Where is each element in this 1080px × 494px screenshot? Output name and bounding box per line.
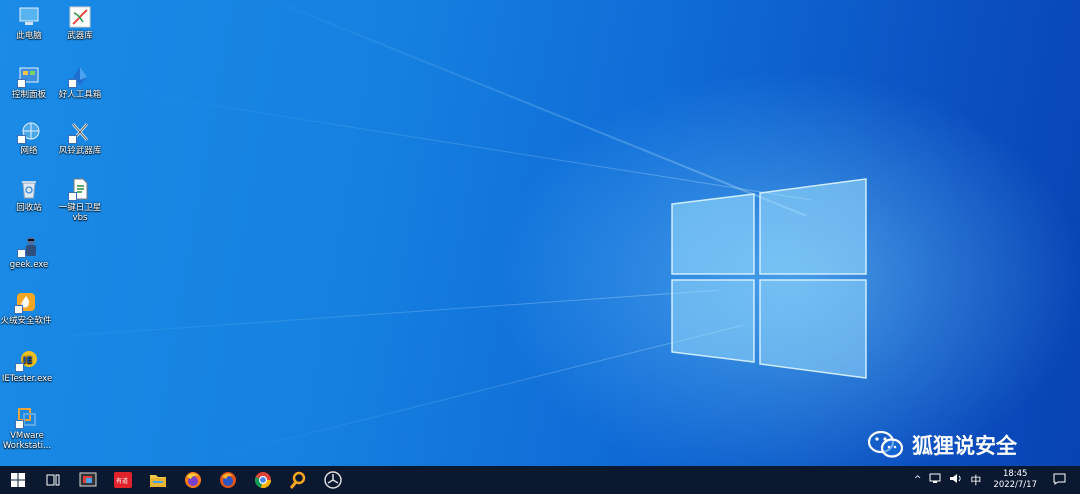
desktop-icon-vmware[interactable]: VMware Workstati... (0, 405, 56, 451)
volume-icon[interactable] (945, 473, 966, 487)
svg-text:有道: 有道 (116, 477, 128, 485)
recycle-bin-icon (17, 177, 41, 201)
fengling-arsenal-icon (68, 120, 92, 144)
toolbox-icon (68, 64, 92, 88)
huorong-security-icon (14, 290, 38, 314)
desktop-icon-vbs[interactable]: 一键日卫星 vbs (51, 177, 109, 223)
notification-center-button[interactable] (1045, 473, 1080, 488)
desktop-icon-control-panel[interactable]: 控制面板 (0, 64, 58, 100)
system-tray: ^ 中 18:45 2022/7/17 (910, 466, 1080, 494)
watermark: 狐狸说安全 (866, 429, 1017, 461)
unity-icon (323, 471, 342, 489)
tray-overflow-chevron[interactable]: ^ (910, 475, 926, 485)
desktop-icon-label: 回收站 (16, 203, 42, 213)
taskbar-app-chrome[interactable] (245, 466, 280, 494)
file-explorer-icon (149, 475, 166, 487)
firefox-icon (184, 472, 201, 488)
notification-icon (1053, 473, 1066, 485)
taskbar-app-firefox-2[interactable] (210, 466, 245, 494)
desktop-icon-toolbox[interactable]: 好人工具箱 (51, 64, 109, 100)
vmware-icon (15, 405, 39, 429)
task-view-button[interactable] (35, 466, 70, 494)
desktop-icon-huorong[interactable]: 火绒安全软件 (0, 290, 55, 326)
light-beam (0, 289, 719, 341)
network-tray-icon[interactable] (925, 473, 945, 487)
desktop-icon-geek[interactable]: geek.exe (0, 234, 58, 270)
desktop-icon-label: 一键日卫星 vbs (58, 203, 102, 223)
start-icon (10, 473, 25, 487)
ietester-icon: IE (15, 348, 39, 372)
clock[interactable]: 18:45 2022/7/17 (985, 469, 1045, 491)
desktop-icon-label: 风铃武器库 (58, 146, 102, 156)
wechat-icon (867, 430, 904, 458)
taskbar-app-screenshot[interactable] (70, 466, 105, 494)
firefox-alt-icon (219, 472, 236, 488)
desktop-icon-label: 网络 (20, 146, 38, 156)
geek-app-icon (17, 234, 41, 258)
computer-icon (17, 5, 41, 29)
clock-date: 2022/7/17 (993, 480, 1037, 490)
desktop-icon-fengling[interactable]: 风铃武器库 (51, 120, 109, 156)
desktop-icon-this-pc[interactable]: 此电脑 (0, 5, 58, 41)
desktop-icon-label: VMware Workstati... (2, 431, 52, 451)
taskbar-app-unity[interactable] (315, 466, 350, 494)
taskbar-app-firefox[interactable] (175, 466, 210, 494)
input-method-indicator[interactable]: 中 (966, 472, 985, 488)
desktop-icon-arsenal[interactable]: 武器库 (51, 5, 109, 41)
desktop-icon-label: 武器库 (67, 31, 93, 41)
arsenal-icon (68, 5, 92, 29)
desktop-icon-label: IETester.exe (1, 374, 53, 384)
task-view-icon (46, 474, 59, 486)
windows-logo (671, 178, 867, 379)
desktop-icon-label: geek.exe (9, 260, 49, 270)
taskbar: 有道 ^ 中 18:45 2022/7/17 (0, 466, 1080, 494)
watermark-text: 狐狸说安全 (912, 434, 1017, 458)
taskbar-app-youdao[interactable]: 有道 (105, 466, 140, 494)
start-button[interactable] (0, 466, 35, 494)
light-beam (199, 324, 744, 461)
desktop-icon-recycle-bin[interactable]: 回收站 (0, 177, 58, 213)
desktop-icon-label: 控制面板 (11, 90, 46, 100)
desktop-icon-label: 好人工具箱 (58, 90, 102, 100)
netease-youdao-icon: 有道 (113, 472, 132, 488)
vbs-script-icon (68, 177, 92, 201)
chrome-icon (254, 472, 271, 489)
desktop-icon-label: 此电脑 (16, 31, 42, 41)
search-tool-icon (289, 471, 305, 489)
control-panel-icon (17, 64, 41, 88)
taskbar-app-search-tool[interactable] (280, 466, 315, 494)
screenshot-tool-icon (79, 472, 96, 487)
clock-time: 18:45 (1002, 469, 1028, 479)
desktop-icon-network[interactable]: 网络 (0, 120, 58, 156)
network-icon (17, 120, 41, 144)
desktop-background: 此电脑 控制面板 网络 回收站 geek.exe 火绒安全软件 IE IETes… (0, 0, 1080, 466)
svg-text:IE: IE (23, 356, 33, 366)
desktop-icon-ietester[interactable]: IE IETester.exe (0, 348, 56, 384)
taskbar-app-explorer[interactable] (140, 466, 175, 494)
desktop-icon-label: 火绒安全软件 (0, 316, 52, 326)
